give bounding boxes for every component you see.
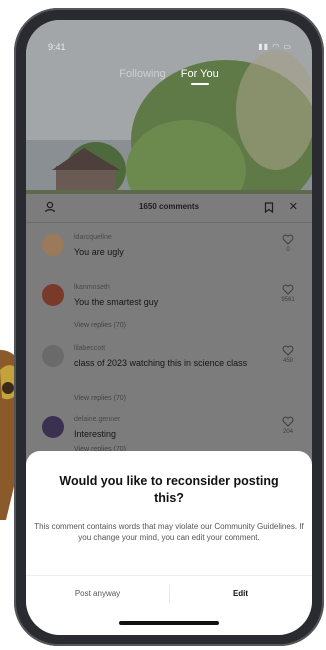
home-indicator[interactable] [119,621,219,625]
status-time: 9:41 [48,42,66,52]
comment-username[interactable]: lilabeccott [74,345,105,352]
view-replies-link[interactable]: View replies (70) [74,322,126,329]
edit-button[interactable]: Edit [169,576,312,612]
status-icons: ▮▮ ◠ ▭ [258,42,292,51]
view-replies-link[interactable]: View replies (70) [74,395,126,402]
bookmark-icon[interactable] [264,202,274,213]
comment-username[interactable]: lkanmnseth [74,284,110,291]
dialog-message: This comment contains words that may vio… [34,522,304,542]
comment-username[interactable]: delaine.genner [74,416,120,423]
status-bar: 9:41 ▮▮ ◠ ▭ [26,40,312,54]
comments-header: 1650 comments ✕ [26,194,312,223]
comment-text: You the smartest guy [74,297,159,307]
phone-screen: 9:41 ▮▮ ◠ ▭ Following For You 1650 comme… [26,20,312,635]
avatar [42,416,64,438]
tab-following[interactable]: Following [119,68,165,80]
like-button[interactable]: 9561 [278,284,298,303]
heart-icon [282,284,294,295]
like-count: 9561 [281,297,295,303]
dialog-title: Would you like to reconsider posting thi… [59,474,279,505]
like-button[interactable]: 204 [278,416,298,435]
heart-icon [282,345,294,356]
dialog-actions: Post anyway Edit [26,575,312,612]
like-button[interactable]: 450 [278,345,298,364]
tab-for-you[interactable]: For You [181,68,219,85]
like-count: 450 [282,358,293,364]
like-count: 204 [282,429,293,435]
heart-icon [282,234,294,245]
comment-text: Interesting [74,429,117,439]
post-anyway-button[interactable]: Post anyway [26,576,169,612]
comment-text: You are ugly [74,247,124,257]
comment-username[interactable]: ldarcquellne [74,234,112,241]
feed-tabs: Following For You [26,68,312,85]
comment-text: class of 2023 watching this in science c… [74,358,248,368]
like-button[interactable]: 0 [278,234,298,253]
heart-icon [282,416,294,427]
like-count: 0 [286,247,290,253]
avatar [42,284,64,306]
close-icon[interactable]: ✕ [289,200,298,213]
reconsider-dialog: Would you like to reconsider posting thi… [26,451,312,635]
avatar [42,345,64,367]
avatar [42,234,64,256]
